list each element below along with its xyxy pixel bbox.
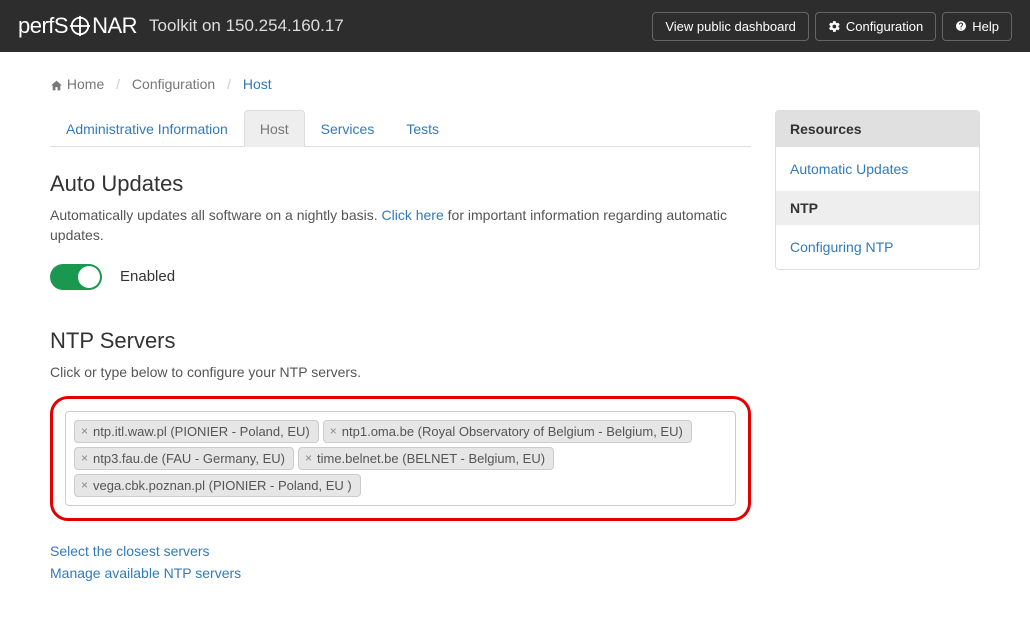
automatic-updates-link[interactable]: Automatic Updates xyxy=(790,161,908,177)
remove-tag-icon[interactable]: × xyxy=(79,451,90,465)
breadcrumb-home[interactable]: Home xyxy=(67,76,104,92)
ntp-server-tag-label: ntp1.oma.be (Royal Observatory of Belgiu… xyxy=(342,424,683,439)
remove-tag-icon[interactable]: × xyxy=(79,478,90,492)
ntp-server-tag[interactable]: ×ntp3.fau.de (FAU - Germany, EU) xyxy=(74,447,294,470)
ntp-server-tag-label: ntp.itl.waw.pl (PIONIER - Poland, EU) xyxy=(93,424,310,439)
ntp-server-tag[interactable]: ×ntp1.oma.be (Royal Observatory of Belgi… xyxy=(323,420,692,443)
view-public-dashboard-button[interactable]: View public dashboard xyxy=(652,12,809,41)
ntp-server-tag-label: vega.cbk.poznan.pl (PIONIER - Poland, EU… xyxy=(93,478,352,493)
breadcrumb-host: Host xyxy=(243,76,272,92)
toggle-knob xyxy=(78,266,100,288)
ntp-server-tag-label: time.belnet.be (BELNET - Belgium, EU) xyxy=(317,451,545,466)
help-label: Help xyxy=(972,19,999,34)
resources-heading: Resources xyxy=(776,111,979,147)
resources-ntp-heading: NTP xyxy=(776,191,979,225)
brand-perf: perfS xyxy=(18,13,68,39)
auto-updates-toggle[interactable] xyxy=(50,264,102,290)
auto-updates-description: Automatically updates all software on a … xyxy=(50,205,751,246)
tab-tests[interactable]: Tests xyxy=(390,110,455,147)
navbar-right: View public dashboard Configuration Help xyxy=(652,12,1012,41)
auto-updates-toggle-label: Enabled xyxy=(120,268,175,285)
remove-tag-icon[interactable]: × xyxy=(79,424,90,438)
tab-administrative-information[interactable]: Administrative Information xyxy=(50,110,244,147)
brand-logo[interactable]: perfS NAR xyxy=(18,13,137,39)
breadcrumb-configuration[interactable]: Configuration xyxy=(132,76,215,92)
brand-nar: NAR xyxy=(92,13,137,39)
home-icon xyxy=(50,79,63,92)
target-icon xyxy=(69,15,91,37)
help-button[interactable]: Help xyxy=(942,12,1012,41)
select-closest-servers-link[interactable]: Select the closest servers xyxy=(50,543,210,559)
question-icon xyxy=(955,20,967,32)
auto-updates-desc-pre: Automatically updates all software on a … xyxy=(50,207,382,223)
ntp-highlight-box: ×ntp.itl.waw.pl (PIONIER - Poland, EU)×n… xyxy=(50,396,751,521)
ntp-server-tag[interactable]: ×vega.cbk.poznan.pl (PIONIER - Poland, E… xyxy=(74,474,361,497)
ntp-servers-heading: NTP Servers xyxy=(50,328,751,354)
manage-ntp-servers-link[interactable]: Manage available NTP servers xyxy=(50,565,241,581)
resources-panel: Resources Automatic Updates NTP Configur… xyxy=(775,110,980,270)
ntp-server-tag-label: ntp3.fau.de (FAU - Germany, EU) xyxy=(93,451,285,466)
tab-host[interactable]: Host xyxy=(244,110,305,147)
tab-services[interactable]: Services xyxy=(305,110,391,147)
ntp-server-tag[interactable]: ×ntp.itl.waw.pl (PIONIER - Poland, EU) xyxy=(74,420,319,443)
top-navbar: perfS NAR Toolkit on 150.254.160.17 View… xyxy=(0,0,1030,52)
ntp-servers-description: Click or type below to configure your NT… xyxy=(50,362,751,382)
ntp-server-tag[interactable]: ×time.belnet.be (BELNET - Belgium, EU) xyxy=(298,447,554,470)
toolkit-host-label: Toolkit on 150.254.160.17 xyxy=(149,16,344,36)
auto-updates-click-here-link[interactable]: Click here xyxy=(382,207,444,223)
config-tabs: Administrative Information Host Services… xyxy=(50,110,751,147)
view-dashboard-label: View public dashboard xyxy=(665,19,796,34)
breadcrumb: Home / Configuration / Host xyxy=(50,52,980,110)
remove-tag-icon[interactable]: × xyxy=(303,451,314,465)
configuration-label: Configuration xyxy=(846,19,923,34)
gear-icon xyxy=(828,20,841,33)
auto-updates-heading: Auto Updates xyxy=(50,171,751,197)
breadcrumb-sep: / xyxy=(227,76,231,92)
configuration-button[interactable]: Configuration xyxy=(815,12,936,41)
ntp-servers-input[interactable]: ×ntp.itl.waw.pl (PIONIER - Poland, EU)×n… xyxy=(65,411,736,506)
configuring-ntp-link[interactable]: Configuring NTP xyxy=(790,239,894,255)
breadcrumb-sep: / xyxy=(116,76,120,92)
remove-tag-icon[interactable]: × xyxy=(328,424,339,438)
